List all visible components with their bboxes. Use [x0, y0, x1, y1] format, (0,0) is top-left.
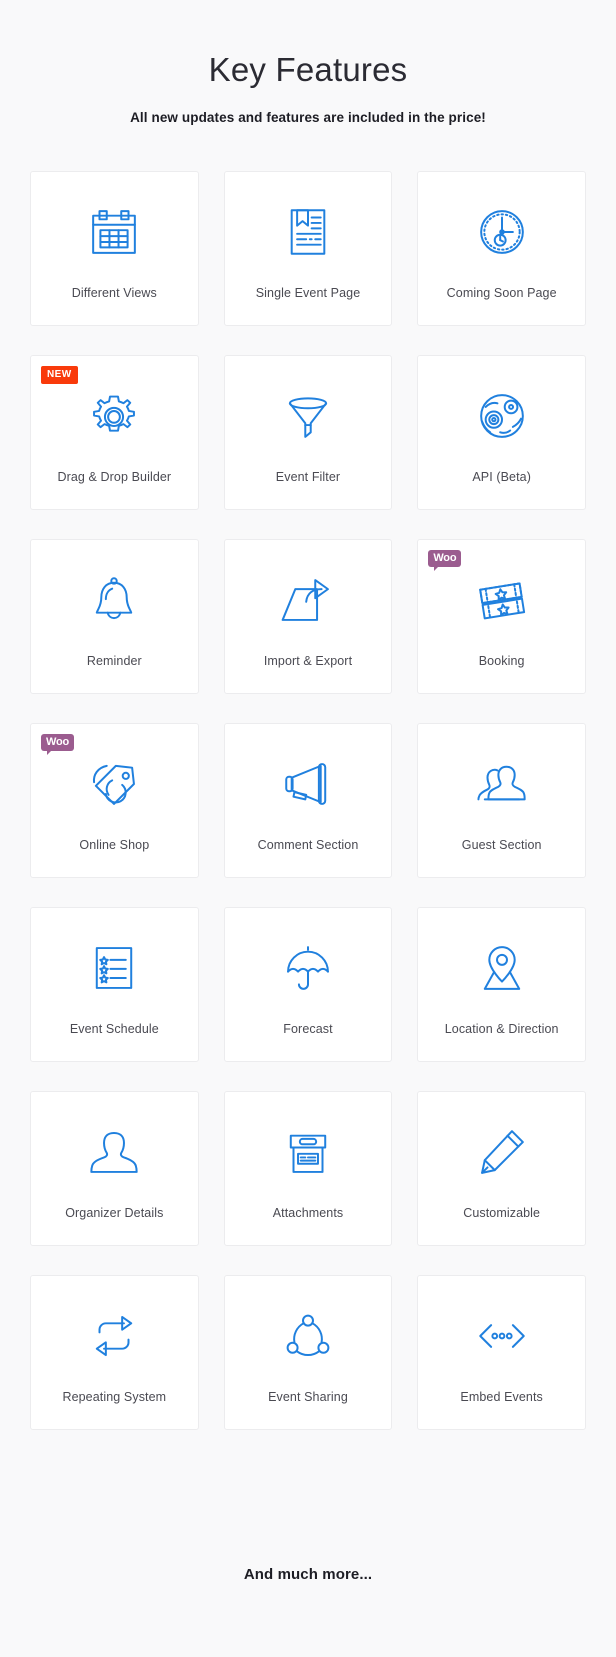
- feature-card-label: Customizable: [463, 1206, 541, 1221]
- feature-card[interactable]: NEW Drag & Drop Builder: [30, 355, 199, 511]
- page-header: Key Features All new updates and feature…: [0, 0, 616, 125]
- feature-card[interactable]: Attachments: [223, 1091, 393, 1247]
- export-arrow-icon: [225, 540, 392, 654]
- feature-card[interactable]: Guest Section: [417, 723, 586, 879]
- feature-card[interactable]: Coming Soon Page: [417, 171, 586, 327]
- feature-card-label: Single Event Page: [255, 286, 361, 301]
- feature-card-label: Forecast: [283, 1022, 333, 1037]
- feature-card-label: Different Views: [71, 286, 157, 301]
- feature-card-label: Guest Section: [461, 838, 542, 853]
- feature-card[interactable]: Event Filter: [223, 355, 393, 511]
- feature-card[interactable]: Customizable: [417, 1091, 586, 1247]
- archive-box-icon: [225, 1092, 392, 1206]
- feature-card-label: Organizer Details: [65, 1206, 164, 1221]
- feature-card[interactable]: Reminder: [30, 539, 199, 695]
- feature-card-label: Import & Export: [263, 654, 353, 669]
- feature-card[interactable]: Woo Booking: [417, 539, 586, 695]
- umbrella-icon: [225, 908, 392, 1022]
- feature-card[interactable]: Location & Direction: [417, 907, 586, 1063]
- feature-card-label: Embed Events: [460, 1390, 543, 1405]
- new-badge: NEW: [41, 366, 78, 385]
- clock-icon: [418, 172, 585, 286]
- bell-icon: [31, 540, 198, 654]
- feature-card-label: Coming Soon Page: [446, 286, 557, 301]
- feature-card[interactable]: Event Schedule: [30, 907, 199, 1063]
- feature-card[interactable]: Woo Online Shop: [30, 723, 199, 879]
- woo-badge: Woo: [428, 550, 462, 572]
- person-icon: [31, 1092, 198, 1206]
- feature-card-label: Location & Direction: [444, 1022, 559, 1037]
- feature-card[interactable]: Import & Export: [223, 539, 393, 695]
- feature-card[interactable]: Forecast: [223, 907, 393, 1063]
- woo-badge: Woo: [41, 734, 75, 756]
- globe-gear-icon: [418, 356, 585, 470]
- features-grid: Different Views Single Event Page Coming S…: [30, 171, 586, 1431]
- share-nodes-icon: [225, 1276, 392, 1390]
- feature-card-label: Event Sharing: [268, 1390, 348, 1405]
- page-subtitle: All new updates and features are include…: [130, 110, 486, 126]
- feature-card-label: Comment Section: [257, 838, 359, 853]
- feature-card[interactable]: Comment Section: [223, 723, 393, 879]
- feature-card[interactable]: Single Event Page: [223, 171, 393, 327]
- embed-code-icon: [418, 1276, 585, 1390]
- feature-card-label: Drag & Drop Builder: [57, 470, 172, 485]
- users-icon: [418, 724, 585, 838]
- feature-card-label: Event Schedule: [69, 1022, 159, 1037]
- calendar-icon: [31, 172, 198, 286]
- feature-card-label: Repeating System: [62, 1390, 167, 1405]
- feature-card[interactable]: Embed Events: [417, 1275, 586, 1431]
- feature-card-label: Online Shop: [79, 838, 150, 853]
- megaphone-icon: [225, 724, 392, 838]
- repeat-arrows-icon: [31, 1276, 198, 1390]
- feature-card-label: Event Filter: [275, 470, 341, 485]
- feature-card[interactable]: Organizer Details: [30, 1091, 199, 1247]
- feature-card[interactable]: Event Sharing: [223, 1275, 393, 1431]
- key-features-page: Key Features All new updates and feature…: [0, 0, 616, 1657]
- checklist-icon: [31, 908, 198, 1022]
- feature-card[interactable]: Repeating System: [30, 1275, 199, 1431]
- feature-card-label: API (Beta): [472, 470, 531, 485]
- page-title: Key Features: [208, 51, 408, 88]
- feature-card-label: Reminder: [86, 654, 142, 669]
- feature-card-label: Attachments: [272, 1206, 344, 1221]
- feature-card-label: Booking: [478, 654, 525, 669]
- feature-card[interactable]: API (Beta): [417, 355, 586, 511]
- footer-text: And much more...: [243, 1566, 373, 1583]
- map-pin-icon: [418, 908, 585, 1022]
- document-bookmark-icon: [225, 172, 392, 286]
- funnel-icon: [225, 356, 392, 470]
- feature-card[interactable]: Different Views: [30, 171, 199, 327]
- pencil-icon: [418, 1092, 585, 1206]
